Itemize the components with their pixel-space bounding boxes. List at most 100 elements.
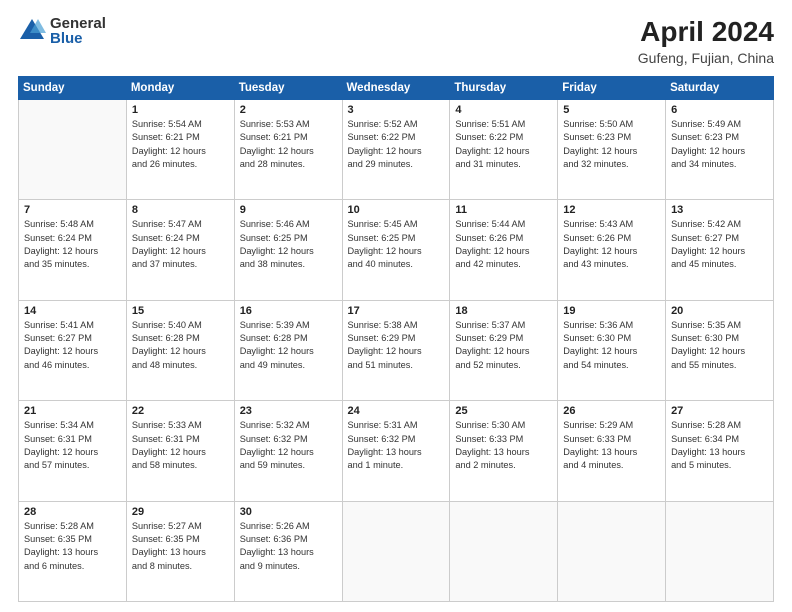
day-info: Sunrise: 5:48 AM Sunset: 6:24 PM Dayligh… <box>24 218 121 271</box>
day-info: Sunrise: 5:53 AM Sunset: 6:21 PM Dayligh… <box>240 118 337 171</box>
day-info: Sunrise: 5:31 AM Sunset: 6:32 PM Dayligh… <box>348 419 445 472</box>
day-number: 20 <box>671 305 768 317</box>
day-info: Sunrise: 5:37 AM Sunset: 6:29 PM Dayligh… <box>455 319 552 372</box>
header-row: Sunday Monday Tuesday Wednesday Thursday… <box>19 77 774 100</box>
day-info: Sunrise: 5:28 AM Sunset: 6:34 PM Dayligh… <box>671 419 768 472</box>
day-info: Sunrise: 5:33 AM Sunset: 6:31 PM Dayligh… <box>132 419 229 472</box>
day-info: Sunrise: 5:44 AM Sunset: 6:26 PM Dayligh… <box>455 218 552 271</box>
day-info: Sunrise: 5:43 AM Sunset: 6:26 PM Dayligh… <box>563 218 660 271</box>
day-number: 8 <box>132 204 229 216</box>
day-number: 5 <box>563 104 660 116</box>
day-cell: 16 Sunrise: 5:39 AM Sunset: 6:28 PM Dayli… <box>234 300 342 400</box>
day-number: 12 <box>563 204 660 216</box>
day-info: Sunrise: 5:29 AM Sunset: 6:33 PM Dayligh… <box>563 419 660 472</box>
day-number: 10 <box>348 204 445 216</box>
day-cell <box>450 501 558 601</box>
day-number: 17 <box>348 305 445 317</box>
day-number: 9 <box>240 204 337 216</box>
day-cell: 26 Sunrise: 5:29 AM Sunset: 6:33 PM Dayli… <box>558 401 666 501</box>
day-cell: 4 Sunrise: 5:51 AM Sunset: 6:22 PM Daylig… <box>450 100 558 200</box>
day-number: 6 <box>671 104 768 116</box>
day-cell: 28 Sunrise: 5:28 AM Sunset: 6:35 PM Dayli… <box>19 501 127 601</box>
day-cell: 23 Sunrise: 5:32 AM Sunset: 6:32 PM Dayli… <box>234 401 342 501</box>
day-info: Sunrise: 5:49 AM Sunset: 6:23 PM Dayligh… <box>671 118 768 171</box>
day-cell: 15Sunrise: 5:40 AM Sunset: 6:28 PM Dayli… <box>126 300 234 400</box>
day-cell: 27 Sunrise: 5:28 AM Sunset: 6:34 PM Dayli… <box>666 401 774 501</box>
day-info: Sunrise: 5:45 AM Sunset: 6:25 PM Dayligh… <box>348 218 445 271</box>
week-row-5: 28 Sunrise: 5:28 AM Sunset: 6:35 PM Dayli… <box>19 501 774 601</box>
day-cell <box>666 501 774 601</box>
day-info: Sunrise: 5:40 AM Sunset: 6:28 PM Dayligh… <box>132 319 229 372</box>
day-cell: 25 Sunrise: 5:30 AM Sunset: 6:33 PM Dayli… <box>450 401 558 501</box>
day-number: 26 <box>563 405 660 417</box>
day-cell <box>19 100 127 200</box>
day-info: Sunrise: 5:39 AM Sunset: 6:28 PM Dayligh… <box>240 319 337 372</box>
col-tuesday: Tuesday <box>234 77 342 100</box>
logo-icon <box>18 17 46 45</box>
week-row-3: 14 Sunrise: 5:41 AM Sunset: 6:27 PM Dayli… <box>19 300 774 400</box>
day-cell: 19 Sunrise: 5:36 AM Sunset: 6:30 PM Dayli… <box>558 300 666 400</box>
day-number: 25 <box>455 405 552 417</box>
col-wednesday: Wednesday <box>342 77 450 100</box>
day-number: 19 <box>563 305 660 317</box>
logo-blue: Blue <box>50 31 106 46</box>
day-cell: 3Sunrise: 5:52 AM Sunset: 6:22 PM Daylig… <box>342 100 450 200</box>
day-number: 28 <box>24 506 121 518</box>
day-cell: 2 Sunrise: 5:53 AM Sunset: 6:21 PM Daylig… <box>234 100 342 200</box>
day-info: Sunrise: 5:41 AM Sunset: 6:27 PM Dayligh… <box>24 319 121 372</box>
day-info: Sunrise: 5:28 AM Sunset: 6:35 PM Dayligh… <box>24 520 121 573</box>
day-number: 7 <box>24 204 121 216</box>
day-info: Sunrise: 5:51 AM Sunset: 6:22 PM Dayligh… <box>455 118 552 171</box>
header: General Blue April 2024 Gufeng, Fujian, … <box>18 16 774 66</box>
day-number: 14 <box>24 305 121 317</box>
day-info: Sunrise: 5:54 AM Sunset: 6:21 PM Dayligh… <box>132 118 229 171</box>
page: General Blue April 2024 Gufeng, Fujian, … <box>0 0 792 612</box>
day-info: Sunrise: 5:35 AM Sunset: 6:30 PM Dayligh… <box>671 319 768 372</box>
day-cell: 7 Sunrise: 5:48 AM Sunset: 6:24 PM Daylig… <box>19 200 127 300</box>
day-info: Sunrise: 5:30 AM Sunset: 6:33 PM Dayligh… <box>455 419 552 472</box>
day-number: 11 <box>455 204 552 216</box>
day-cell: 13Sunrise: 5:42 AM Sunset: 6:27 PM Dayli… <box>666 200 774 300</box>
day-cell: 5 Sunrise: 5:50 AM Sunset: 6:23 PM Daylig… <box>558 100 666 200</box>
day-cell: 14 Sunrise: 5:41 AM Sunset: 6:27 PM Dayli… <box>19 300 127 400</box>
day-cell: 6 Sunrise: 5:49 AM Sunset: 6:23 PM Daylig… <box>666 100 774 200</box>
day-cell <box>342 501 450 601</box>
day-number: 23 <box>240 405 337 417</box>
subtitle: Gufeng, Fujian, China <box>638 50 774 66</box>
day-info: Sunrise: 5:38 AM Sunset: 6:29 PM Dayligh… <box>348 319 445 372</box>
col-monday: Monday <box>126 77 234 100</box>
day-cell: 8 Sunrise: 5:47 AM Sunset: 6:24 PM Daylig… <box>126 200 234 300</box>
day-cell: 10 Sunrise: 5:45 AM Sunset: 6:25 PM Dayli… <box>342 200 450 300</box>
day-info: Sunrise: 5:36 AM Sunset: 6:30 PM Dayligh… <box>563 319 660 372</box>
day-info: Sunrise: 5:32 AM Sunset: 6:32 PM Dayligh… <box>240 419 337 472</box>
col-sunday: Sunday <box>19 77 127 100</box>
title-block: April 2024 Gufeng, Fujian, China <box>638 16 774 66</box>
day-cell: 11 Sunrise: 5:44 AM Sunset: 6:26 PM Dayli… <box>450 200 558 300</box>
week-row-1: 1 Sunrise: 5:54 AM Sunset: 6:21 PM Daylig… <box>19 100 774 200</box>
day-cell: 1 Sunrise: 5:54 AM Sunset: 6:21 PM Daylig… <box>126 100 234 200</box>
day-number: 2 <box>240 104 337 116</box>
day-number: 24 <box>348 405 445 417</box>
day-cell: 29 Sunrise: 5:27 AM Sunset: 6:35 PM Dayli… <box>126 501 234 601</box>
logo-text: General Blue <box>50 16 106 46</box>
week-row-4: 21Sunrise: 5:34 AM Sunset: 6:31 PM Dayli… <box>19 401 774 501</box>
day-info: Sunrise: 5:27 AM Sunset: 6:35 PM Dayligh… <box>132 520 229 573</box>
day-number: 27 <box>671 405 768 417</box>
day-number: 16 <box>240 305 337 317</box>
day-info: Sunrise: 5:52 AM Sunset: 6:22 PM Dayligh… <box>348 118 445 171</box>
day-number: 29 <box>132 506 229 518</box>
day-info: Sunrise: 5:46 AM Sunset: 6:25 PM Dayligh… <box>240 218 337 271</box>
day-number: 18 <box>455 305 552 317</box>
day-info: Sunrise: 5:34 AM Sunset: 6:31 PM Dayligh… <box>24 419 121 472</box>
col-saturday: Saturday <box>666 77 774 100</box>
day-number: 1 <box>132 104 229 116</box>
day-cell: 12 Sunrise: 5:43 AM Sunset: 6:26 PM Dayli… <box>558 200 666 300</box>
col-friday: Friday <box>558 77 666 100</box>
day-info: Sunrise: 5:50 AM Sunset: 6:23 PM Dayligh… <box>563 118 660 171</box>
day-cell: 21Sunrise: 5:34 AM Sunset: 6:31 PM Dayli… <box>19 401 127 501</box>
day-info: Sunrise: 5:26 AM Sunset: 6:36 PM Dayligh… <box>240 520 337 573</box>
col-thursday: Thursday <box>450 77 558 100</box>
day-info: Sunrise: 5:47 AM Sunset: 6:24 PM Dayligh… <box>132 218 229 271</box>
day-cell <box>558 501 666 601</box>
day-number: 4 <box>455 104 552 116</box>
